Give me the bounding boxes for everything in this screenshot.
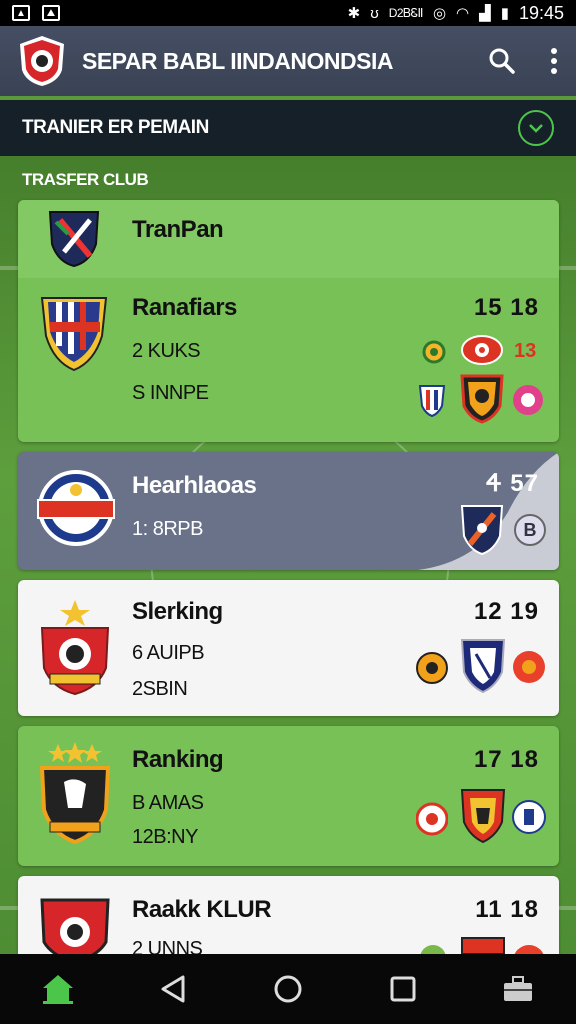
club-card[interactable]: TranPan Ranafiars 2 KUKS S INNPE 15 18 1… xyxy=(18,200,559,442)
nav-recents[interactable] xyxy=(373,961,433,1017)
club-score: 11 18 xyxy=(475,896,539,923)
club-name: Slerking xyxy=(132,598,223,625)
club-detail: 6 AUIPB xyxy=(132,642,205,664)
club-crest-icon xyxy=(39,742,111,845)
club-crest-icon xyxy=(48,211,100,268)
club-crest-icon xyxy=(40,297,108,372)
vibrate-icon: ʊ xyxy=(370,4,379,22)
mini-crest-icon xyxy=(460,639,506,694)
club-name: Hearhlaoas xyxy=(132,472,257,499)
mini-crest-icon xyxy=(422,340,446,364)
mini-badge-text: 13 xyxy=(514,340,537,362)
club-name: Ranking xyxy=(132,746,224,773)
app-logo-icon xyxy=(20,36,64,86)
recents-icon xyxy=(390,976,416,1002)
club-score: 15 18 xyxy=(473,294,539,321)
nav-back[interactable] xyxy=(143,961,203,1017)
app-title: SEPAR BABL IINDANONDSIA xyxy=(82,47,393,74)
club-detail: 2SBIN xyxy=(132,678,188,700)
circle-home-icon xyxy=(274,975,302,1003)
club-name: Raakk KLUR xyxy=(132,896,272,923)
club-detail: 2 UNNS xyxy=(132,938,203,954)
alarm-icon: ◎ xyxy=(432,5,447,22)
mini-badge: B xyxy=(514,514,546,546)
club-detail: B AMAS xyxy=(132,792,204,814)
nav-home-system[interactable] xyxy=(258,961,318,1017)
nav-briefcase[interactable] xyxy=(488,961,548,1017)
club-card[interactable]: Ranking B AMAS 12B:NY 17 18 xyxy=(18,726,559,866)
mini-crest-icon xyxy=(461,335,503,365)
club-crest-icon xyxy=(40,600,110,696)
battery-icon: ▮ xyxy=(500,5,509,22)
club-score: Ꮞ 57 xyxy=(486,470,539,497)
mini-crest-icon xyxy=(512,800,546,834)
section-header: TRANIER ER PEMAIN xyxy=(0,100,576,156)
more-options-icon[interactable] xyxy=(550,47,558,75)
chevron-down-icon xyxy=(529,124,543,133)
app-bar: SEPAR BABL IINDANONDSIA xyxy=(0,26,576,96)
mini-crest-icon xyxy=(416,652,448,684)
club-detail: 1: 8RPB xyxy=(132,518,203,540)
back-icon xyxy=(161,975,185,1003)
nav-home[interactable] xyxy=(28,961,88,1017)
signal-icon: ▟ xyxy=(479,5,491,22)
club-score: 17 18 xyxy=(473,746,539,773)
club-name: Ranafiars xyxy=(132,294,237,321)
mini-crest-icon xyxy=(416,802,448,836)
mini-crest-icon xyxy=(461,937,505,954)
mini-crest-icon xyxy=(418,385,446,418)
image-notification-icon: ⛰ xyxy=(42,5,60,21)
mini-crest-icon xyxy=(514,945,544,954)
mini-crest-icon xyxy=(460,789,506,844)
section-title: TRANIER ER PEMAIN xyxy=(22,117,209,138)
mini-crest-icon xyxy=(460,374,504,424)
club-card[interactable]: Slerking 6 AUIPB 2SBIN 12 19 xyxy=(18,580,559,716)
club-score: 12 19 xyxy=(473,598,539,625)
status-bar: ▲ ⛰ ✱ ʊ D2ᏴᏋⅡ ◎ ◠ ▟ ▮ 19:45 xyxy=(0,0,576,26)
mini-crest-icon xyxy=(420,945,446,954)
club-card[interactable]: Raakk KLUR 2 UNNS 11 18 xyxy=(18,876,559,954)
wifi-icon: ◠ xyxy=(456,5,470,22)
carrier-label: D2ᏴᏋⅡ xyxy=(388,5,424,20)
club-card[interactable]: Hearhlaoas 1: 8RPB Ꮞ 57 B xyxy=(18,452,559,570)
notification-icon: ▲ xyxy=(12,5,30,21)
expand-button[interactable] xyxy=(518,110,554,146)
club-crest-icon xyxy=(37,470,115,546)
home-icon xyxy=(42,975,73,1004)
club-name: TranPan xyxy=(132,216,224,243)
bottom-navigation xyxy=(0,954,576,1024)
clock: 19:45 xyxy=(518,2,564,23)
club-detail: 12B:NY xyxy=(132,826,198,848)
briefcase-icon xyxy=(504,976,533,1001)
transfer-club-label: TRASFER CLUB xyxy=(22,170,149,189)
mini-crest-icon xyxy=(513,651,545,683)
mini-crest-icon xyxy=(460,505,504,556)
club-detail: S INNPE xyxy=(132,382,209,404)
club-crest-icon xyxy=(40,898,110,954)
bluetooth-icon: ✱ xyxy=(347,5,361,22)
mini-crest-icon xyxy=(513,385,543,415)
club-detail: 2 KUKS xyxy=(132,340,201,362)
search-icon[interactable] xyxy=(488,47,516,75)
